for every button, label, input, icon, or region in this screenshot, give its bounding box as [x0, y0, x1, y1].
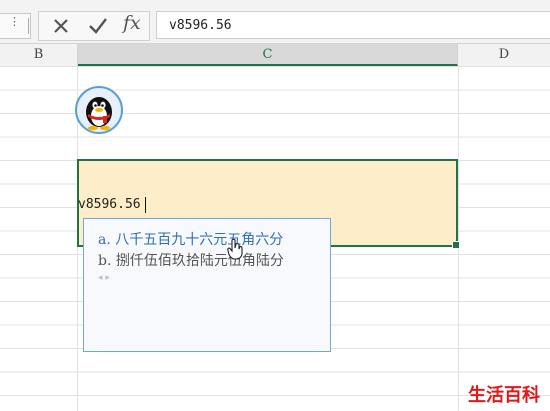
- penguin-avatar[interactable]: [75, 86, 123, 134]
- hand-cursor-icon: [227, 238, 243, 260]
- divider: [28, 18, 29, 34]
- column-header-d[interactable]: D: [458, 44, 550, 66]
- penguin-icon: [86, 97, 112, 131]
- column-header-row: B C D: [0, 44, 550, 67]
- fill-handle[interactable]: [452, 241, 460, 249]
- column-header-c[interactable]: C: [78, 44, 458, 66]
- watermark-logo: 生活百科: [468, 385, 540, 406]
- formula-bar: ⋮ fx v8596.56: [0, 0, 550, 44]
- suggestion-option-b[interactable]: b. 捌仟伍佰玖拾陆元伍角陆分: [98, 250, 284, 270]
- check-icon[interactable]: [87, 16, 109, 36]
- name-box-dropdown[interactable]: ⋮: [0, 13, 31, 39]
- suggestion-option-a[interactable]: a. 八千五百九十六元五角六分: [98, 229, 283, 249]
- fx-button[interactable]: fx: [123, 12, 141, 34]
- close-icon[interactable]: [51, 16, 71, 36]
- cell-edit-text[interactable]: v8596.56: [78, 197, 141, 212]
- text-caret: [145, 197, 146, 213]
- column-header-b[interactable]: B: [0, 44, 78, 66]
- formula-controls: fx: [38, 11, 150, 41]
- more-icon: ⋮: [9, 15, 20, 28]
- formula-input[interactable]: v8596.56: [156, 11, 550, 39]
- suggestion-popup: a. 八千五百九十六元五角六分 b. 捌仟伍佰玖拾陆元伍角陆分 ◂ ▸: [83, 218, 331, 352]
- pager-arrows[interactable]: ◂ ▸: [98, 273, 110, 283]
- grid-line: [458, 66, 459, 411]
